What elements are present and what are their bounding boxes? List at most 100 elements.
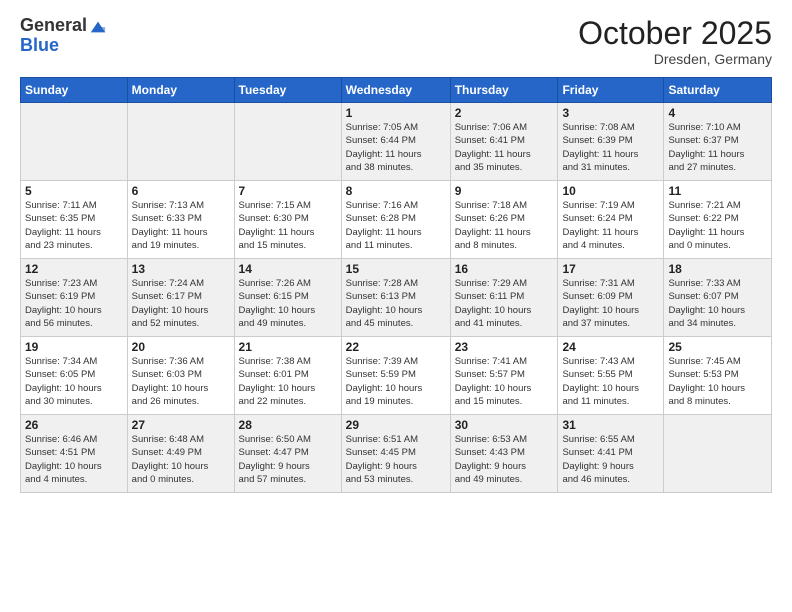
table-row: 12Sunrise: 7:23 AM Sunset: 6:19 PM Dayli… — [21, 259, 128, 337]
day-info: Sunrise: 7:43 AM Sunset: 5:55 PM Dayligh… — [562, 355, 659, 408]
calendar-week-row: 1Sunrise: 7:05 AM Sunset: 6:44 PM Daylig… — [21, 103, 772, 181]
day-number: 9 — [455, 184, 554, 198]
day-info: Sunrise: 7:45 AM Sunset: 5:53 PM Dayligh… — [668, 355, 767, 408]
col-wednesday: Wednesday — [341, 78, 450, 103]
header: General Blue October 2025 Dresden, Germa… — [20, 16, 772, 67]
col-saturday: Saturday — [664, 78, 772, 103]
day-number: 7 — [239, 184, 337, 198]
table-row: 30Sunrise: 6:53 AM Sunset: 4:43 PM Dayli… — [450, 415, 558, 493]
day-number: 15 — [346, 262, 446, 276]
table-row: 13Sunrise: 7:24 AM Sunset: 6:17 PM Dayli… — [127, 259, 234, 337]
table-row — [234, 103, 341, 181]
day-number: 25 — [668, 340, 767, 354]
day-number: 23 — [455, 340, 554, 354]
logo: General Blue — [20, 16, 107, 56]
day-number: 31 — [562, 418, 659, 432]
day-info: Sunrise: 7:34 AM Sunset: 6:05 PM Dayligh… — [25, 355, 123, 408]
table-row: 16Sunrise: 7:29 AM Sunset: 6:11 PM Dayli… — [450, 259, 558, 337]
day-info: Sunrise: 7:19 AM Sunset: 6:24 PM Dayligh… — [562, 199, 659, 252]
day-number: 22 — [346, 340, 446, 354]
col-thursday: Thursday — [450, 78, 558, 103]
table-row: 17Sunrise: 7:31 AM Sunset: 6:09 PM Dayli… — [558, 259, 664, 337]
table-row: 20Sunrise: 7:36 AM Sunset: 6:03 PM Dayli… — [127, 337, 234, 415]
day-number: 14 — [239, 262, 337, 276]
day-info: Sunrise: 7:21 AM Sunset: 6:22 PM Dayligh… — [668, 199, 767, 252]
day-info: Sunrise: 7:11 AM Sunset: 6:35 PM Dayligh… — [25, 199, 123, 252]
day-number: 6 — [132, 184, 230, 198]
calendar-header-row: Sunday Monday Tuesday Wednesday Thursday… — [21, 78, 772, 103]
day-number: 12 — [25, 262, 123, 276]
table-row: 19Sunrise: 7:34 AM Sunset: 6:05 PM Dayli… — [21, 337, 128, 415]
day-number: 5 — [25, 184, 123, 198]
day-number: 20 — [132, 340, 230, 354]
day-info: Sunrise: 7:26 AM Sunset: 6:15 PM Dayligh… — [239, 277, 337, 330]
day-number: 2 — [455, 106, 554, 120]
table-row: 22Sunrise: 7:39 AM Sunset: 5:59 PM Dayli… — [341, 337, 450, 415]
table-row: 29Sunrise: 6:51 AM Sunset: 4:45 PM Dayli… — [341, 415, 450, 493]
day-info: Sunrise: 7:10 AM Sunset: 6:37 PM Dayligh… — [668, 121, 767, 174]
day-info: Sunrise: 7:29 AM Sunset: 6:11 PM Dayligh… — [455, 277, 554, 330]
day-info: Sunrise: 6:48 AM Sunset: 4:49 PM Dayligh… — [132, 433, 230, 486]
day-info: Sunrise: 7:13 AM Sunset: 6:33 PM Dayligh… — [132, 199, 230, 252]
day-info: Sunrise: 7:28 AM Sunset: 6:13 PM Dayligh… — [346, 277, 446, 330]
day-info: Sunrise: 7:06 AM Sunset: 6:41 PM Dayligh… — [455, 121, 554, 174]
title-area: October 2025 Dresden, Germany — [578, 16, 772, 67]
day-info: Sunrise: 7:18 AM Sunset: 6:26 PM Dayligh… — [455, 199, 554, 252]
table-row — [664, 415, 772, 493]
table-row: 25Sunrise: 7:45 AM Sunset: 5:53 PM Dayli… — [664, 337, 772, 415]
day-info: Sunrise: 7:23 AM Sunset: 6:19 PM Dayligh… — [25, 277, 123, 330]
table-row: 18Sunrise: 7:33 AM Sunset: 6:07 PM Dayli… — [664, 259, 772, 337]
table-row — [21, 103, 128, 181]
calendar-week-row: 19Sunrise: 7:34 AM Sunset: 6:05 PM Dayli… — [21, 337, 772, 415]
day-info: Sunrise: 7:16 AM Sunset: 6:28 PM Dayligh… — [346, 199, 446, 252]
table-row: 1Sunrise: 7:05 AM Sunset: 6:44 PM Daylig… — [341, 103, 450, 181]
day-number: 19 — [25, 340, 123, 354]
day-info: Sunrise: 6:55 AM Sunset: 4:41 PM Dayligh… — [562, 433, 659, 486]
table-row: 4Sunrise: 7:10 AM Sunset: 6:37 PM Daylig… — [664, 103, 772, 181]
day-number: 16 — [455, 262, 554, 276]
day-info: Sunrise: 7:24 AM Sunset: 6:17 PM Dayligh… — [132, 277, 230, 330]
table-row: 31Sunrise: 6:55 AM Sunset: 4:41 PM Dayli… — [558, 415, 664, 493]
table-row: 21Sunrise: 7:38 AM Sunset: 6:01 PM Dayli… — [234, 337, 341, 415]
day-number: 21 — [239, 340, 337, 354]
day-number: 1 — [346, 106, 446, 120]
day-info: Sunrise: 7:15 AM Sunset: 6:30 PM Dayligh… — [239, 199, 337, 252]
day-info: Sunrise: 7:33 AM Sunset: 6:07 PM Dayligh… — [668, 277, 767, 330]
table-row — [127, 103, 234, 181]
day-number: 17 — [562, 262, 659, 276]
table-row: 15Sunrise: 7:28 AM Sunset: 6:13 PM Dayli… — [341, 259, 450, 337]
day-number: 24 — [562, 340, 659, 354]
day-info: Sunrise: 7:08 AM Sunset: 6:39 PM Dayligh… — [562, 121, 659, 174]
table-row: 10Sunrise: 7:19 AM Sunset: 6:24 PM Dayli… — [558, 181, 664, 259]
logo-blue: Blue — [20, 36, 107, 56]
day-number: 29 — [346, 418, 446, 432]
day-number: 8 — [346, 184, 446, 198]
day-info: Sunrise: 7:05 AM Sunset: 6:44 PM Dayligh… — [346, 121, 446, 174]
day-number: 30 — [455, 418, 554, 432]
table-row: 3Sunrise: 7:08 AM Sunset: 6:39 PM Daylig… — [558, 103, 664, 181]
table-row: 8Sunrise: 7:16 AM Sunset: 6:28 PM Daylig… — [341, 181, 450, 259]
calendar-week-row: 26Sunrise: 6:46 AM Sunset: 4:51 PM Dayli… — [21, 415, 772, 493]
calendar-week-row: 5Sunrise: 7:11 AM Sunset: 6:35 PM Daylig… — [21, 181, 772, 259]
table-row: 24Sunrise: 7:43 AM Sunset: 5:55 PM Dayli… — [558, 337, 664, 415]
page: General Blue October 2025 Dresden, Germa… — [0, 0, 792, 612]
day-number: 3 — [562, 106, 659, 120]
day-number: 11 — [668, 184, 767, 198]
day-info: Sunrise: 7:38 AM Sunset: 6:01 PM Dayligh… — [239, 355, 337, 408]
table-row: 14Sunrise: 7:26 AM Sunset: 6:15 PM Dayli… — [234, 259, 341, 337]
calendar-week-row: 12Sunrise: 7:23 AM Sunset: 6:19 PM Dayli… — [21, 259, 772, 337]
day-info: Sunrise: 7:36 AM Sunset: 6:03 PM Dayligh… — [132, 355, 230, 408]
day-number: 4 — [668, 106, 767, 120]
day-info: Sunrise: 6:53 AM Sunset: 4:43 PM Dayligh… — [455, 433, 554, 486]
table-row: 5Sunrise: 7:11 AM Sunset: 6:35 PM Daylig… — [21, 181, 128, 259]
col-sunday: Sunday — [21, 78, 128, 103]
table-row: 6Sunrise: 7:13 AM Sunset: 6:33 PM Daylig… — [127, 181, 234, 259]
day-number: 26 — [25, 418, 123, 432]
table-row: 28Sunrise: 6:50 AM Sunset: 4:47 PM Dayli… — [234, 415, 341, 493]
day-info: Sunrise: 6:50 AM Sunset: 4:47 PM Dayligh… — [239, 433, 337, 486]
table-row: 23Sunrise: 7:41 AM Sunset: 5:57 PM Dayli… — [450, 337, 558, 415]
day-info: Sunrise: 7:31 AM Sunset: 6:09 PM Dayligh… — [562, 277, 659, 330]
day-info: Sunrise: 6:51 AM Sunset: 4:45 PM Dayligh… — [346, 433, 446, 486]
day-number: 18 — [668, 262, 767, 276]
month-title: October 2025 — [578, 16, 772, 51]
